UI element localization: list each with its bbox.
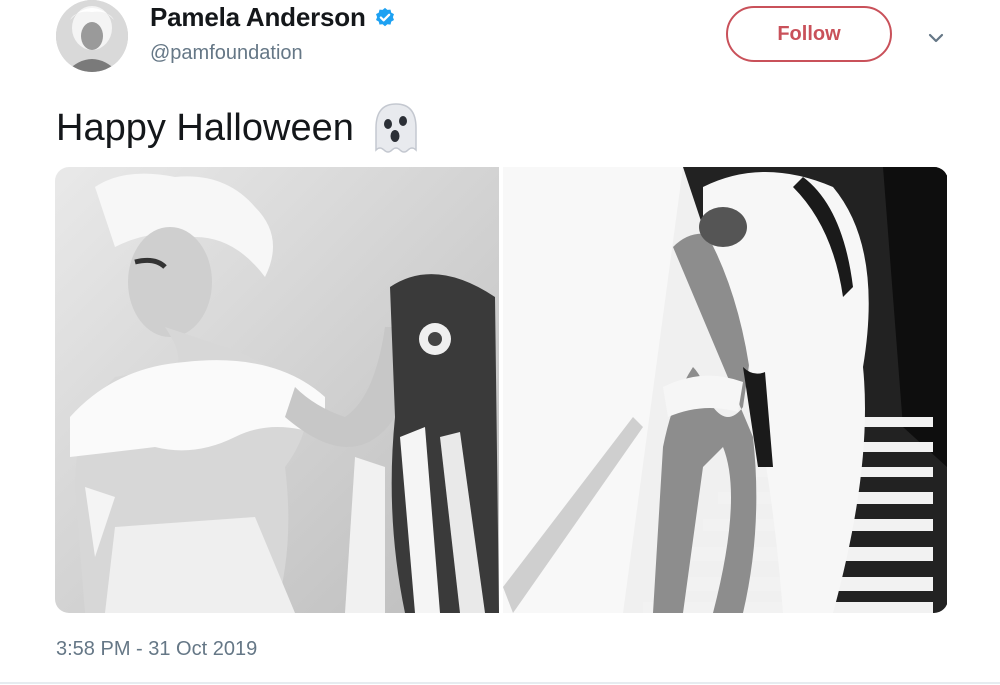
user-name-row[interactable]: Pamela Anderson — [150, 2, 396, 33]
photo-woman-staircase-icon — [503, 167, 947, 613]
tweet-text: Happy Halloween — [56, 100, 422, 156]
tweet-photo-1[interactable] — [55, 167, 499, 613]
avatar-photo-icon — [56, 0, 128, 72]
display-name[interactable]: Pamela Anderson — [150, 2, 366, 33]
user-handle[interactable]: @pamfoundation — [150, 42, 303, 65]
ghost-emoji-icon — [370, 100, 422, 156]
photo-woman-headdress-icon — [55, 167, 499, 613]
follow-button[interactable]: Follow — [726, 6, 892, 62]
divider — [0, 682, 1000, 684]
tweet-text-content: Happy Halloween — [56, 106, 354, 149]
chevron-down-icon[interactable] — [922, 24, 950, 52]
avatar[interactable] — [56, 0, 128, 72]
tweet-timestamp[interactable]: 3:58 PM - 31 Oct 2019 — [56, 638, 257, 661]
tweet-media[interactable] — [55, 167, 948, 613]
verified-badge-icon — [374, 7, 396, 29]
tweet-card: Pamela Anderson @pamfoundation Follow Ha… — [0, 0, 1000, 685]
tweet-photo-2[interactable] — [503, 167, 947, 613]
